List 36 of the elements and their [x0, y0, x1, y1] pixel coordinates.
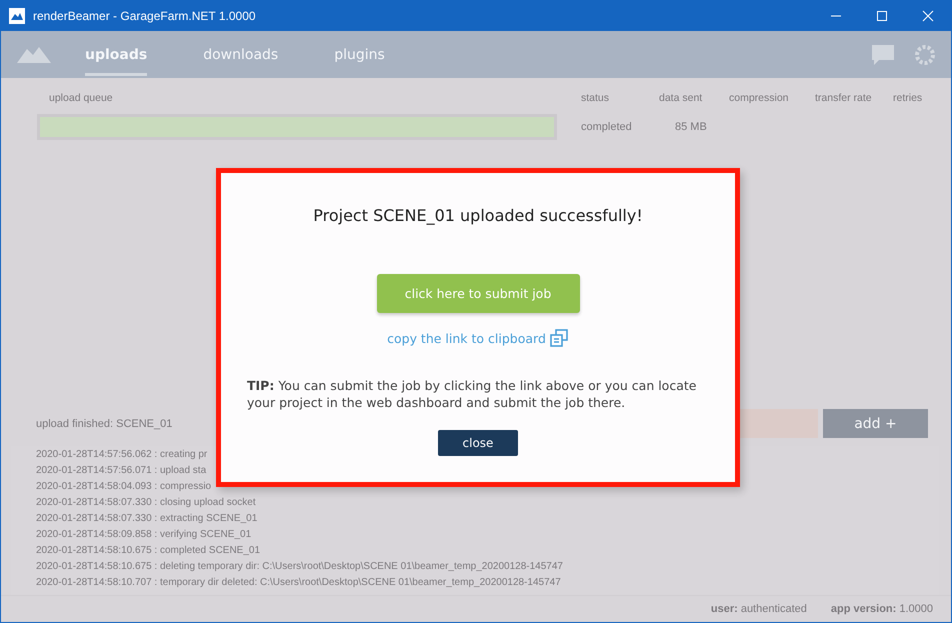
nav-tab[interactable]: downloads [203, 33, 278, 76]
maximize-icon[interactable] [876, 10, 888, 22]
log-line: 2020-01-28T14:58:10.675 : deleting temporary dir: C:\Users\root\Desktop\SCENE 01\beamer_temp_20200128-145747 [36, 560, 564, 573]
upload-status-text: upload finished: SCENE_01 [36, 418, 172, 430]
close-button[interactable]: close [438, 430, 518, 456]
dialog-heading: Project SCENE_01 uploaded successfully! [313, 206, 643, 225]
log-line: 2020-01-28T14:57:56.062 : creating pr [36, 448, 208, 461]
chat-icon[interactable] [871, 44, 895, 66]
settings-icon[interactable] [913, 42, 937, 66]
submit-job-button[interactable]: click here to submit job [376, 274, 580, 313]
column-header: upload queue [49, 92, 114, 104]
log-line: 2020-01-28T14:57:56.071 : upload sta [36, 464, 208, 477]
data-sent-cell-text: 85 MB [675, 121, 708, 133]
log-line: 2020-01-28T14:58:09.858 : verifying SCENE_01 [36, 528, 252, 541]
copy-icon[interactable] [550, 329, 569, 347]
tip-text: TIP: You can submit the job by clicking the link above or you can locate your project in the web dashboard and submit the job there. [247, 377, 698, 411]
column-header: retries [893, 92, 924, 104]
column-header: compression [729, 92, 790, 104]
column-header: data sent [659, 92, 704, 104]
log-line: 2020-01-28T14:58:10.675 : completed SCENE_01 [36, 544, 262, 557]
column-header: status [581, 92, 610, 104]
nav-tab[interactable]: plugins [334, 33, 385, 76]
status-cell-text: completed [581, 121, 633, 133]
column-header: transfer rate [815, 92, 873, 104]
log-line: 2020-01-28T14:58:07.330 : closing upload socket [36, 496, 257, 509]
copy-link[interactable]: copy the link to clipboard [387, 330, 546, 346]
app-version: app version: 1.0000 [830, 603, 933, 615]
close-icon[interactable] [922, 10, 934, 22]
nav-tab[interactable]: uploads [85, 33, 148, 76]
window-title: renderBeamer - GarageFarm.NET 1.0000 [33, 8, 256, 22]
user-status: user: authenticated [710, 603, 807, 615]
add-button[interactable]: add + [823, 409, 928, 438]
app-logo-icon [9, 8, 25, 24]
log-line: 2020-01-28T14:58:04.093 : compressio [36, 480, 212, 493]
log-line: 2020-01-28T14:58:10.707 : temporary dir deleted: C:\Users\root\Desktop\SCENE 01\beamer_temp_20200128-145747 [36, 576, 562, 589]
log-line: 2020-01-28T14:58:07.330 : extracting SCENE_01 [36, 512, 258, 525]
